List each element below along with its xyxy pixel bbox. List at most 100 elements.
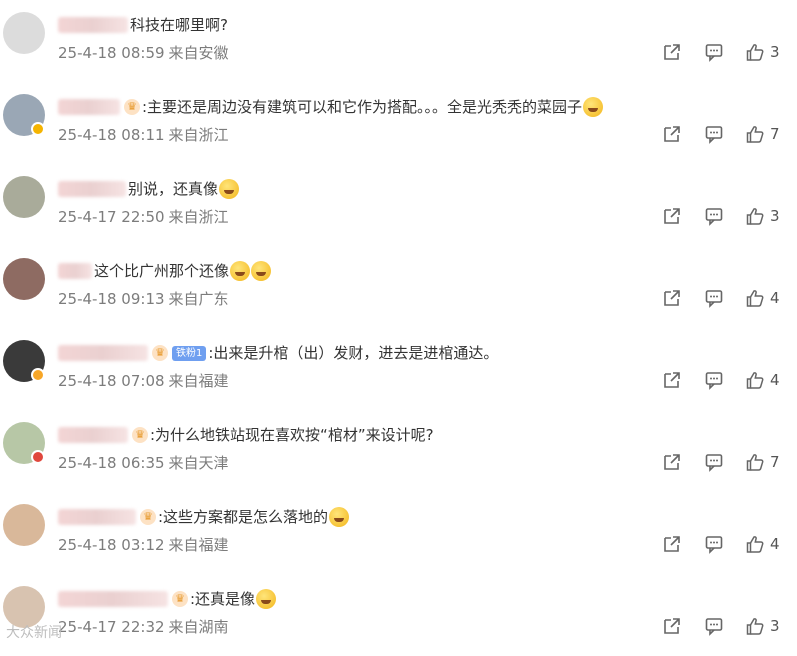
- comment-item: 科技在哪里啊? 25-4-18 08:59 来自安徽 3: [0, 0, 797, 82]
- comment-meta: 25-4-18 09:13 来自广东: [58, 288, 229, 309]
- crown-icon: ♛: [124, 99, 140, 115]
- username-blurred[interactable]: [58, 263, 92, 279]
- avatar[interactable]: [3, 176, 45, 218]
- comment-icon[interactable]: [704, 616, 724, 636]
- comment-actions: 7: [662, 452, 792, 474]
- comment-item: ♛:这些方案都是怎么落地的 25-4-18 03:12 来自福建 4: [0, 492, 797, 574]
- comment-item: ♛:主要还是周边没有建筑可以和它作为搭配。。。全是光秃秃的菜园子 25-4-18 …: [0, 82, 797, 164]
- share-icon[interactable]: [662, 452, 682, 472]
- username-blurred[interactable]: [58, 427, 128, 443]
- comment-date: 25-4-17 22:32: [58, 618, 165, 636]
- comment-meta: 25-4-18 08:11 来自浙江: [58, 124, 229, 145]
- comment-item: 别说，还真像 25-4-17 22:50 来自浙江 3: [0, 164, 797, 246]
- comment-text: :还真是像: [190, 590, 256, 608]
- thumbs-up-icon[interactable]: [745, 124, 765, 144]
- comment-actions: 4: [662, 288, 792, 310]
- username-blurred[interactable]: [58, 17, 128, 33]
- comment-icon[interactable]: [704, 42, 724, 62]
- like-count: 3: [770, 207, 780, 225]
- thumbs-up-icon[interactable]: [745, 206, 765, 226]
- share-icon[interactable]: [662, 534, 682, 554]
- comment-icon[interactable]: [704, 534, 724, 554]
- emoji-icon: [219, 179, 240, 199]
- share-icon[interactable]: [662, 370, 682, 390]
- comment-meta: 25-4-18 07:08 来自福建: [58, 370, 229, 391]
- share-icon[interactable]: [662, 288, 682, 308]
- verified-badge-icon: [31, 450, 45, 464]
- comment-meta: 25-4-18 06:35 来自天津: [58, 452, 229, 473]
- comment-actions: 3: [662, 206, 792, 228]
- comment-meta: 25-4-17 22:50 来自浙江: [58, 206, 229, 227]
- avatar[interactable]: [3, 504, 45, 546]
- comment-icon[interactable]: [704, 370, 724, 390]
- avatar[interactable]: [3, 258, 45, 300]
- share-icon[interactable]: [662, 42, 682, 62]
- comment-item: ♛:为什么地铁站现在喜欢按“棺材”来设计呢? 25-4-18 06:35 来自天津 7: [0, 410, 797, 492]
- comment-date: 25-4-17 22:50: [58, 208, 165, 226]
- comment-icon[interactable]: [704, 206, 724, 226]
- username-blurred[interactable]: [58, 99, 120, 115]
- share-icon[interactable]: [662, 206, 682, 226]
- fan-badge: 铁粉1: [172, 345, 207, 361]
- comment-location: 来自浙江: [168, 208, 229, 226]
- comment-icon[interactable]: [704, 452, 724, 472]
- like-count: 3: [770, 617, 780, 635]
- comment-location: 来自安徽: [168, 44, 229, 62]
- comment-item: 这个比广州那个还像 25-4-18 09:13 来自广东 4: [0, 246, 797, 328]
- comment-text: 科技在哪里啊?: [130, 16, 228, 34]
- comment-line: 这个比广州那个还像: [58, 260, 272, 282]
- thumbs-up-icon[interactable]: [745, 42, 765, 62]
- username-blurred[interactable]: [58, 181, 126, 197]
- comment-location: 来自湖南: [168, 618, 229, 636]
- comment-line: ♛:主要还是周边没有建筑可以和它作为搭配。。。全是光秃秃的菜园子: [58, 96, 604, 118]
- emoji-icon: [583, 97, 604, 117]
- comment-date: 25-4-18 03:12: [58, 536, 165, 554]
- comment-text: 这个比广州那个还像: [94, 262, 230, 280]
- username-blurred[interactable]: [58, 345, 148, 361]
- comment-actions: 7: [662, 124, 792, 146]
- comment-item: ♛:还真是像 25-4-17 22:32 来自湖南 3: [0, 574, 797, 656]
- comment-date: 25-4-18 07:08: [58, 372, 165, 390]
- comment-date: 25-4-18 08:11: [58, 126, 165, 144]
- comment-location: 来自广东: [168, 290, 229, 308]
- like-count: 4: [770, 535, 780, 553]
- comment-text: 别说，还真像: [128, 180, 219, 198]
- comment-line: ♛:还真是像: [58, 588, 277, 610]
- comment-icon[interactable]: [704, 288, 724, 308]
- comment-actions: 4: [662, 534, 792, 556]
- emoji-icon: [230, 261, 251, 281]
- thumbs-up-icon[interactable]: [745, 370, 765, 390]
- thumbs-up-icon[interactable]: [745, 288, 765, 308]
- comment-actions: 3: [662, 42, 792, 64]
- like-count: 4: [770, 289, 780, 307]
- comment-text: :这些方案都是怎么落地的: [158, 508, 329, 526]
- like-count: 4: [770, 371, 780, 389]
- comment-item: ♛ 铁粉1:出来是升棺（出）发财，进去是进棺通达。 25-4-18 07:08 来自福…: [0, 328, 797, 410]
- like-count: 3: [770, 43, 780, 61]
- comment-text: :主要还是周边没有建筑可以和它作为搭配。。。全是光秃秃的菜园子: [142, 98, 583, 116]
- comment-actions: 4: [662, 370, 792, 392]
- comment-text: :为什么地铁站现在喜欢按“棺材”来设计呢?: [150, 426, 434, 444]
- thumbs-up-icon[interactable]: [745, 534, 765, 554]
- thumbs-up-icon[interactable]: [745, 452, 765, 472]
- avatar[interactable]: [3, 12, 45, 54]
- comment-location: 来自福建: [168, 536, 229, 554]
- verified-badge-icon: [31, 368, 45, 382]
- comment-icon[interactable]: [704, 124, 724, 144]
- emoji-icon: [329, 507, 350, 527]
- comment-date: 25-4-18 09:13: [58, 290, 165, 308]
- emoji-icon: [256, 589, 277, 609]
- share-icon[interactable]: [662, 124, 682, 144]
- watermark: 大众新闻: [6, 625, 62, 641]
- like-count: 7: [770, 453, 780, 471]
- emoji-icon: [251, 261, 272, 281]
- thumbs-up-icon[interactable]: [745, 616, 765, 636]
- share-icon[interactable]: [662, 616, 682, 636]
- comment-actions: 3: [662, 616, 792, 638]
- username-blurred[interactable]: [58, 509, 136, 525]
- comment-meta: 25-4-18 08:59 来自安徽: [58, 42, 229, 63]
- username-blurred[interactable]: [58, 591, 168, 607]
- crown-icon: ♛: [152, 345, 168, 361]
- comment-date: 25-4-18 08:59: [58, 44, 165, 62]
- crown-icon: ♛: [172, 591, 188, 607]
